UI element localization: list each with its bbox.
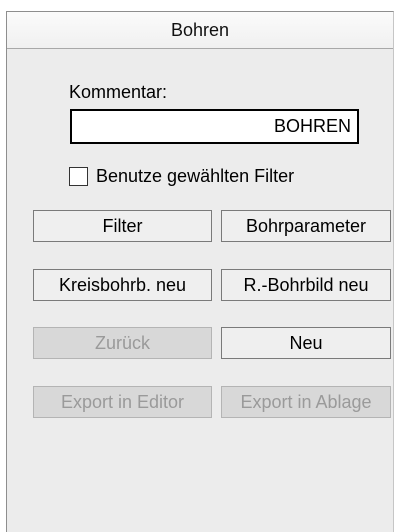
- back-button[interactable]: Zurück: [33, 327, 212, 359]
- drilling-panel: Bohren Kommentar: Benutze gewählten Filt…: [6, 11, 394, 532]
- comment-input[interactable]: [70, 109, 359, 144]
- panel-title: Bohren: [7, 12, 393, 49]
- drill-parameters-button[interactable]: Bohrparameter: [221, 210, 391, 242]
- export-to-editor-button[interactable]: Export in Editor: [33, 386, 212, 418]
- filter-button[interactable]: Filter: [33, 210, 212, 242]
- checkbox-box[interactable]: [69, 166, 88, 186]
- use-selected-filter-label: Benutze gewählten Filter: [96, 166, 295, 186]
- new-circular-drilling-button[interactable]: Kreisbohrb. neu: [33, 269, 212, 301]
- use-selected-filter-checkbox[interactable]: Benutze gewählten Filter: [69, 165, 294, 187]
- new-button[interactable]: Neu: [221, 327, 391, 359]
- export-to-clipboard-button[interactable]: Export in Ablage: [221, 386, 391, 418]
- new-rectangular-drill-pattern-button[interactable]: R.-Bohrbild neu: [221, 269, 391, 301]
- comment-label: Kommentar:: [69, 82, 168, 102]
